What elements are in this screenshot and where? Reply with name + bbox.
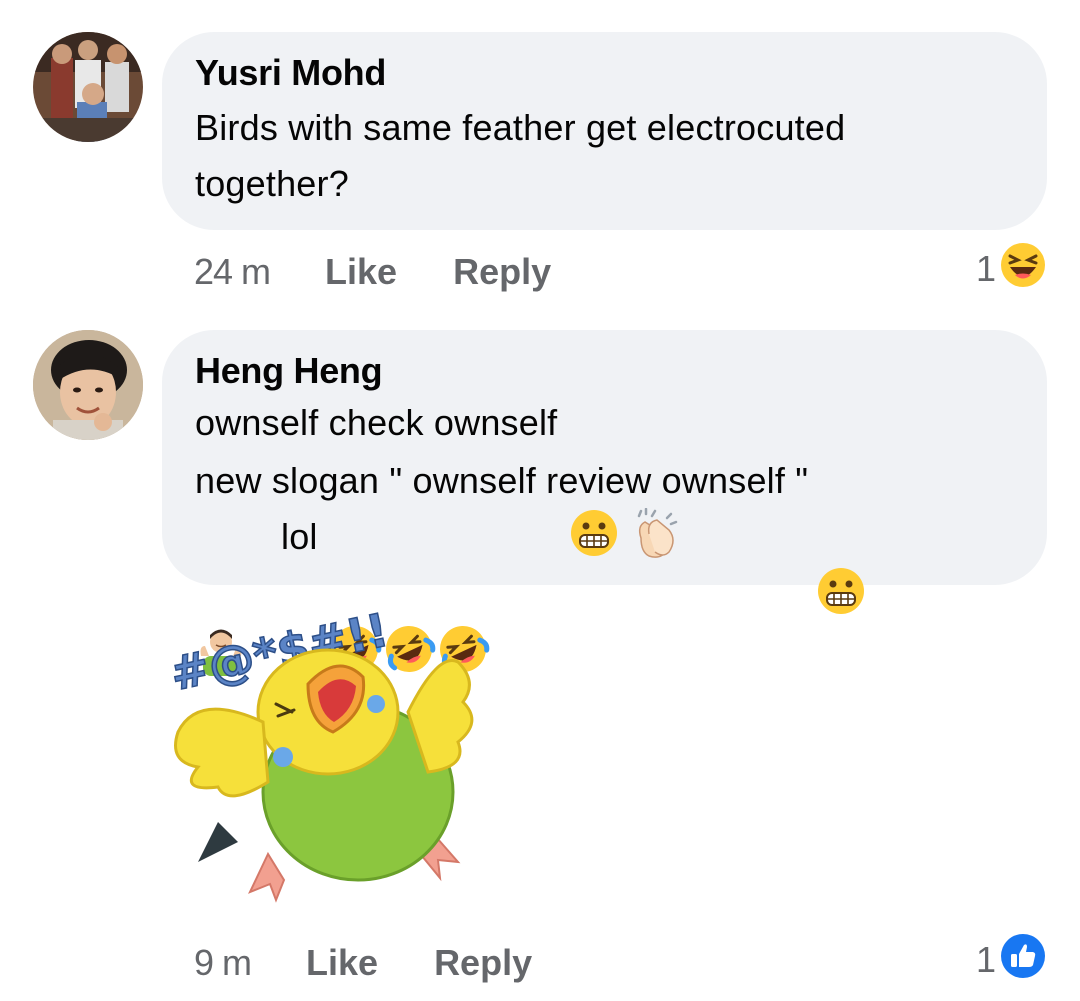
comment-text-line: ownself check ownself — [195, 402, 558, 443]
grimacing-face-icon — [816, 454, 870, 614]
thumbs-up-icon — [1000, 933, 1046, 988]
avatar[interactable] — [33, 32, 143, 142]
reply-button[interactable]: Reply — [434, 942, 532, 984]
comment-bubble: Heng Heng ownself check ownself new slog… — [162, 330, 1047, 676]
comment-text-line: new slogan " ownself review ownself " — [195, 460, 809, 501]
comment-timestamp[interactable]: 9 m — [194, 942, 252, 984]
reaction-summary[interactable]: 1 — [975, 933, 1046, 988]
comment-actions: 9 m Like Reply — [194, 938, 532, 988]
angry-budgie-sticker[interactable]: #@*$#!! — [158, 592, 488, 914]
clapping-hands-icon — [627, 396, 681, 558]
comment-author[interactable]: Heng Heng — [195, 350, 1015, 392]
person-shrugging-icon — [195, 510, 247, 676]
reaction-count: 1 — [975, 248, 996, 289]
comment-author[interactable]: Yusri Mohd — [195, 52, 1015, 94]
reply-button[interactable]: Reply — [453, 251, 551, 293]
like-button[interactable]: Like — [306, 942, 378, 984]
comment-text-line: Birds with same feather get electrocuted — [195, 107, 846, 148]
reaction-summary[interactable]: 1 — [975, 242, 1046, 297]
rolling-laughing-icon — [436, 510, 490, 672]
rolling-laughing-icon — [328, 510, 382, 672]
grimacing-face-icon — [569, 396, 623, 556]
like-button[interactable]: Like — [325, 251, 397, 293]
comment-timestamp[interactable]: 24 m — [194, 251, 271, 293]
comment-text-line: lol — [281, 516, 318, 557]
comment-text-line: together? — [195, 163, 349, 204]
comment-actions: 24 m Like Reply — [194, 247, 551, 297]
laughing-face-icon — [1000, 242, 1046, 297]
avatar[interactable] — [33, 330, 143, 440]
reaction-count: 1 — [975, 939, 996, 980]
rolling-laughing-icon — [382, 510, 436, 672]
comment-bubble: Yusri Mohd Birds with same feather get e… — [162, 32, 1047, 230]
